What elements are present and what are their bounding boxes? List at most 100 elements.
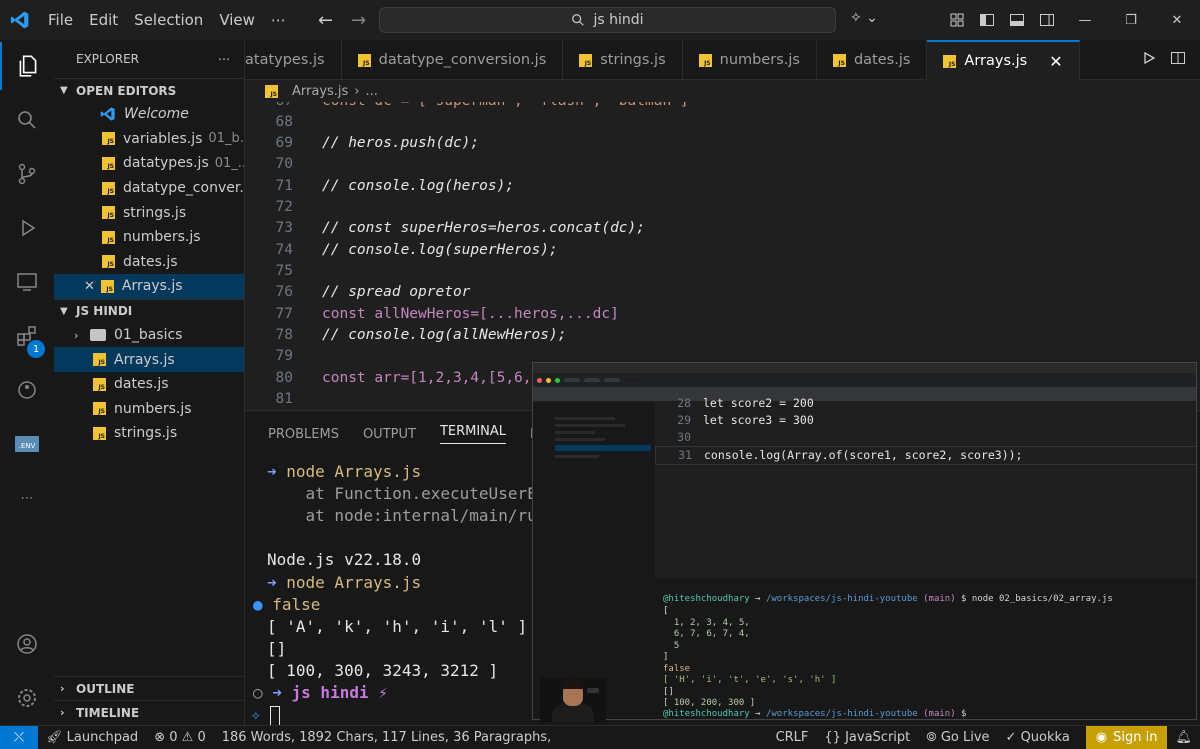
toggle-sidebar-icon[interactable] <box>972 0 1002 40</box>
explorer-more-icon[interactable]: ⋯ <box>218 52 230 66</box>
code-line: 67const dc = ["superman", "flash", "batm… <box>245 102 1200 112</box>
go-live[interactable]: ⦾ Go Live <box>918 730 997 745</box>
env-icon[interactable]: .ENV <box>0 420 54 468</box>
source-control-icon[interactable] <box>0 150 54 198</box>
tab-output[interactable]: OUTPUT <box>363 427 416 442</box>
tab-dates[interactable]: JS dates.js <box>817 40 928 80</box>
open-editor-datatypes[interactable]: JS datatypes.js 01_... <box>54 151 244 176</box>
terminal-input[interactable]: ✧ <box>251 704 281 725</box>
code-line: 76// spread opretor <box>275 284 471 300</box>
overlay-terminal-line: 1, 2, 3, 4, 5, <box>663 618 750 628</box>
file-dates[interactable]: JS dates.js <box>54 372 244 397</box>
editor-actions <box>1142 40 1200 79</box>
extensions-icon[interactable]: 1 <box>0 312 54 360</box>
account-icon: ◉ <box>1095 730 1108 745</box>
menu-more[interactable]: ⋯ <box>263 0 294 40</box>
timeline-header[interactable]: › TIMELINE <box>54 700 244 724</box>
open-editor-numbers[interactable]: JS numbers.js <box>54 225 244 250</box>
overlay-terminal-line: [ 100, 200, 300 ] <box>663 698 756 708</box>
open-editor-variables[interactable]: JS variables.js 01_b... <box>54 127 244 152</box>
explorer-title: EXPLORER <box>76 52 139 66</box>
open-editor-welcome[interactable]: Welcome <box>54 102 244 127</box>
close-editor-icon[interactable]: ✕ <box>84 279 95 294</box>
file-numbers[interactable]: JS numbers.js <box>54 397 244 422</box>
minimize-dot-icon <box>546 377 551 383</box>
terminal-cursor <box>270 705 281 725</box>
vscode-logo-icon <box>0 0 40 40</box>
run-debug-icon[interactable] <box>0 204 54 252</box>
prompt-arrow-icon: → <box>755 709 761 719</box>
tab-datatypes[interactable]: atatypes.js <box>245 40 342 80</box>
customize-layout-icon[interactable] <box>942 0 972 40</box>
problems-indicator[interactable]: ⊗ 0 ⚠ 0 <box>146 730 214 745</box>
menu-view[interactable]: View <box>211 0 263 40</box>
overlay-terminal-line: @hiteshchoudhary → /workspaces/js-hindi-… <box>663 594 1113 604</box>
close-dot-icon <box>537 377 542 383</box>
explorer-icon[interactable] <box>0 42 54 90</box>
braces-icon: {} <box>824 730 846 745</box>
breadcrumb-symbol[interactable]: ... <box>366 84 378 99</box>
file-strings[interactable]: JS strings.js <box>54 421 244 446</box>
code-line: 75 <box>275 263 293 279</box>
overlay-tab <box>624 378 640 382</box>
more-views-icon[interactable]: ⋯ <box>0 474 54 522</box>
restore-icon[interactable]: ❐ <box>1108 0 1154 40</box>
terminal-line: [ 100, 300, 3243, 3212 ] <box>267 661 499 680</box>
folder-01-basics[interactable]: › 01_basics <box>54 323 244 348</box>
launchpad[interactable]: 🚀︎ Launchpad <box>38 730 146 745</box>
overlay-terminal-line: ] <box>663 652 669 662</box>
tab-arrays[interactable]: JS Arrays.js ✕ <box>927 40 1080 80</box>
bell-icon[interactable]: 🔔︎ <box>1167 730 1200 745</box>
terminal-line: Node.js v22.18.0 <box>267 550 422 569</box>
remote-explorer-icon[interactable] <box>0 258 54 306</box>
outline-header[interactable]: › OUTLINE <box>54 676 244 700</box>
tab-problems[interactable]: PROBLEMS <box>268 427 339 442</box>
close-window-icon[interactable]: ✕ <box>1154 0 1200 40</box>
open-editor-datatype-conversion[interactable]: JS datatype_conver... <box>54 176 244 201</box>
overlay-code-line: 28 let score2 = 200 <box>677 396 814 410</box>
workspace-header[interactable]: ▼ JS HINDI <box>54 298 244 323</box>
accounts-icon[interactable] <box>0 620 54 668</box>
code-line: 77 const allNewHeros=[...heros,...dc] <box>275 306 619 322</box>
overlay-url-bar <box>533 387 1196 401</box>
tab-datatype-conversion[interactable]: JS datatype_conversion.js <box>342 40 564 80</box>
close-tab-icon[interactable]: ✕ <box>1049 52 1062 71</box>
open-editor-strings[interactable]: JS strings.js <box>54 200 244 225</box>
nav-arrows: ← → <box>318 0 366 40</box>
menu-file[interactable]: File <box>40 0 81 40</box>
settings-gear-icon[interactable] <box>0 674 54 722</box>
open-editors-header[interactable]: ▼ OPEN EDITORS <box>54 78 244 102</box>
lightning-icon: ⚡ <box>368 683 388 702</box>
tab-numbers[interactable]: JS numbers.js <box>683 40 817 80</box>
file-arrays[interactable]: JS Arrays.js <box>54 347 244 372</box>
open-editor-arrays[interactable]: ✕ JS Arrays.js <box>54 274 244 299</box>
eol-indicator[interactable]: CRLF <box>768 730 817 745</box>
breadcrumb-file[interactable]: Arrays.js <box>292 84 348 99</box>
open-editor-dates[interactable]: JS dates.js <box>54 250 244 275</box>
menu-edit[interactable]: Edit <box>81 0 126 40</box>
prompt-arrow-icon: ➜ <box>267 573 287 592</box>
rocket-icon: 🚀︎ <box>46 730 67 745</box>
git-graph-icon[interactable] <box>0 366 54 414</box>
word-count[interactable]: 186 Words, 1892 Chars, 117 Lines, 36 Par… <box>214 730 560 745</box>
minimize-icon[interactable]: — <box>1062 0 1108 40</box>
back-arrow-icon[interactable]: ← <box>318 10 333 31</box>
search-sidebar-icon[interactable] <box>0 96 54 144</box>
menu-selection[interactable]: Selection <box>126 0 211 40</box>
quokka[interactable]: ✓ Quokka <box>998 730 1078 745</box>
tab-terminal[interactable]: TERMINAL <box>439 424 507 444</box>
split-editor-icon[interactable] <box>1170 50 1186 70</box>
run-file-icon[interactable] <box>1142 51 1156 69</box>
remote-indicator-icon[interactable]: ⤬ <box>0 725 38 749</box>
chevron-right-icon: › <box>60 706 65 719</box>
tab-strings[interactable]: JS strings.js <box>563 40 683 80</box>
command-center-search[interactable]: js hindi <box>379 7 836 33</box>
forward-arrow-icon[interactable]: → <box>351 10 366 31</box>
overlay-sidebar <box>551 403 655 719</box>
toggle-secondary-sidebar-icon[interactable] <box>1032 0 1062 40</box>
editor-tabs: atatypes.js JS datatype_conversion.js JS s… <box>245 40 1200 80</box>
toggle-panel-icon[interactable] <box>1002 0 1032 40</box>
language-mode[interactable]: {} JavaScript <box>816 730 918 745</box>
sign-in-button[interactable]: ◉ Sign in <box>1085 725 1168 749</box>
copilot-icon[interactable]: ✧ ⌄ <box>850 10 878 26</box>
